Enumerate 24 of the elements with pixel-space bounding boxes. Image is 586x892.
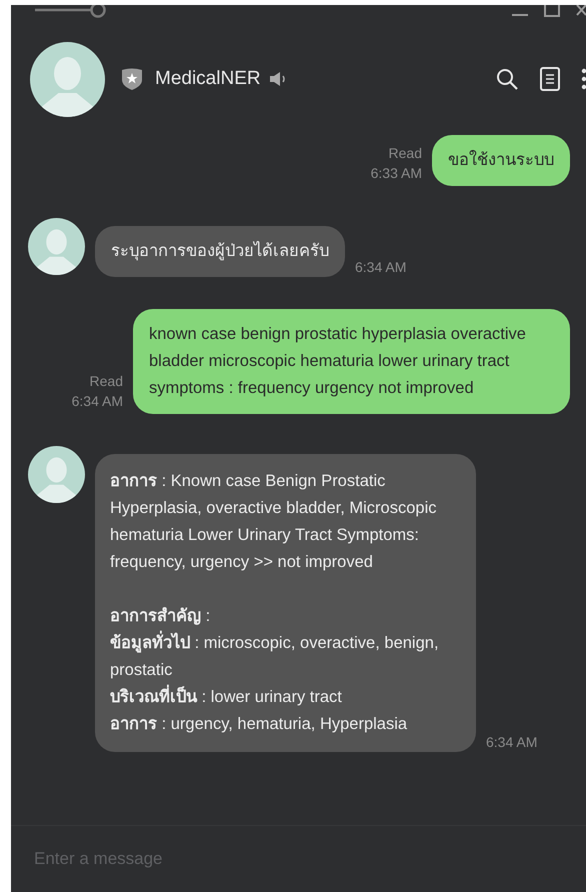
message-time: 6:34 AM xyxy=(72,392,123,411)
maximize-icon[interactable] xyxy=(544,5,560,17)
read-receipt: Read xyxy=(90,372,123,391)
message-text: ขอใช้งานระบบ xyxy=(448,149,554,171)
message-time: 6:34 AM xyxy=(486,733,538,752)
message-text: ข้อมูลทั่วไป : microscopic, overactive, benign, prostatic xyxy=(110,630,460,684)
notes-button[interactable] xyxy=(540,67,560,91)
message-time: 6:33 AM xyxy=(370,164,422,183)
speaker-icon xyxy=(268,71,287,87)
search-button[interactable] xyxy=(496,68,518,90)
shield-icon xyxy=(121,67,143,91)
message-text: บริเวณที่เป็น : lower urinary tract xyxy=(110,684,460,711)
close-icon[interactable] xyxy=(576,5,586,17)
message-text: อาการสำคัญ : xyxy=(110,606,212,627)
bot-avatar xyxy=(28,218,85,275)
bot-avatar xyxy=(28,446,85,503)
message-text: known case benign prostatic hyperplasia overactive bladder microscopic hematuria lower urinary tract symptoms : frequency urgency not improved xyxy=(149,324,527,399)
chat-title: MedicalNER xyxy=(155,68,261,90)
message-text: อาการ : urgency, hematuria, Hyperplasia xyxy=(110,714,408,735)
message-time: 6:34 AM xyxy=(355,258,406,277)
more-button[interactable] xyxy=(580,67,586,91)
message-text: ระบุอาการของผู้ป่วยได้เลยครับ xyxy=(111,240,329,262)
read-receipt: Read xyxy=(388,144,422,163)
message-text: อาการ : Known case Benign Prostatic Hyperplasia, overactive bladder, Microscopic hematuria Lower Urinary Tract Symptoms: frequency, urgency >> not improved xyxy=(110,471,438,573)
